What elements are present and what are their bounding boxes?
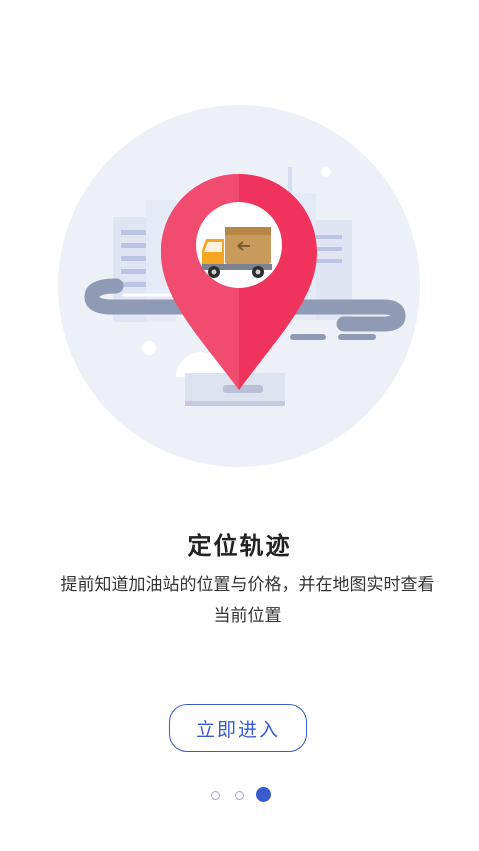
onboarding-title: 定位轨迹 <box>187 532 292 560</box>
page-dot-1[interactable] <box>211 791 220 800</box>
location-illustration <box>58 105 420 467</box>
onboarding-description: 提前知道加油站的位置与价格，并在地图实时查看当前位置 <box>60 575 435 626</box>
page-indicator <box>0 787 479 803</box>
enter-now-button[interactable]: 立即进入 <box>169 704 307 752</box>
page-dot-2[interactable] <box>235 791 244 800</box>
page-dot-3-active[interactable] <box>256 787 271 802</box>
